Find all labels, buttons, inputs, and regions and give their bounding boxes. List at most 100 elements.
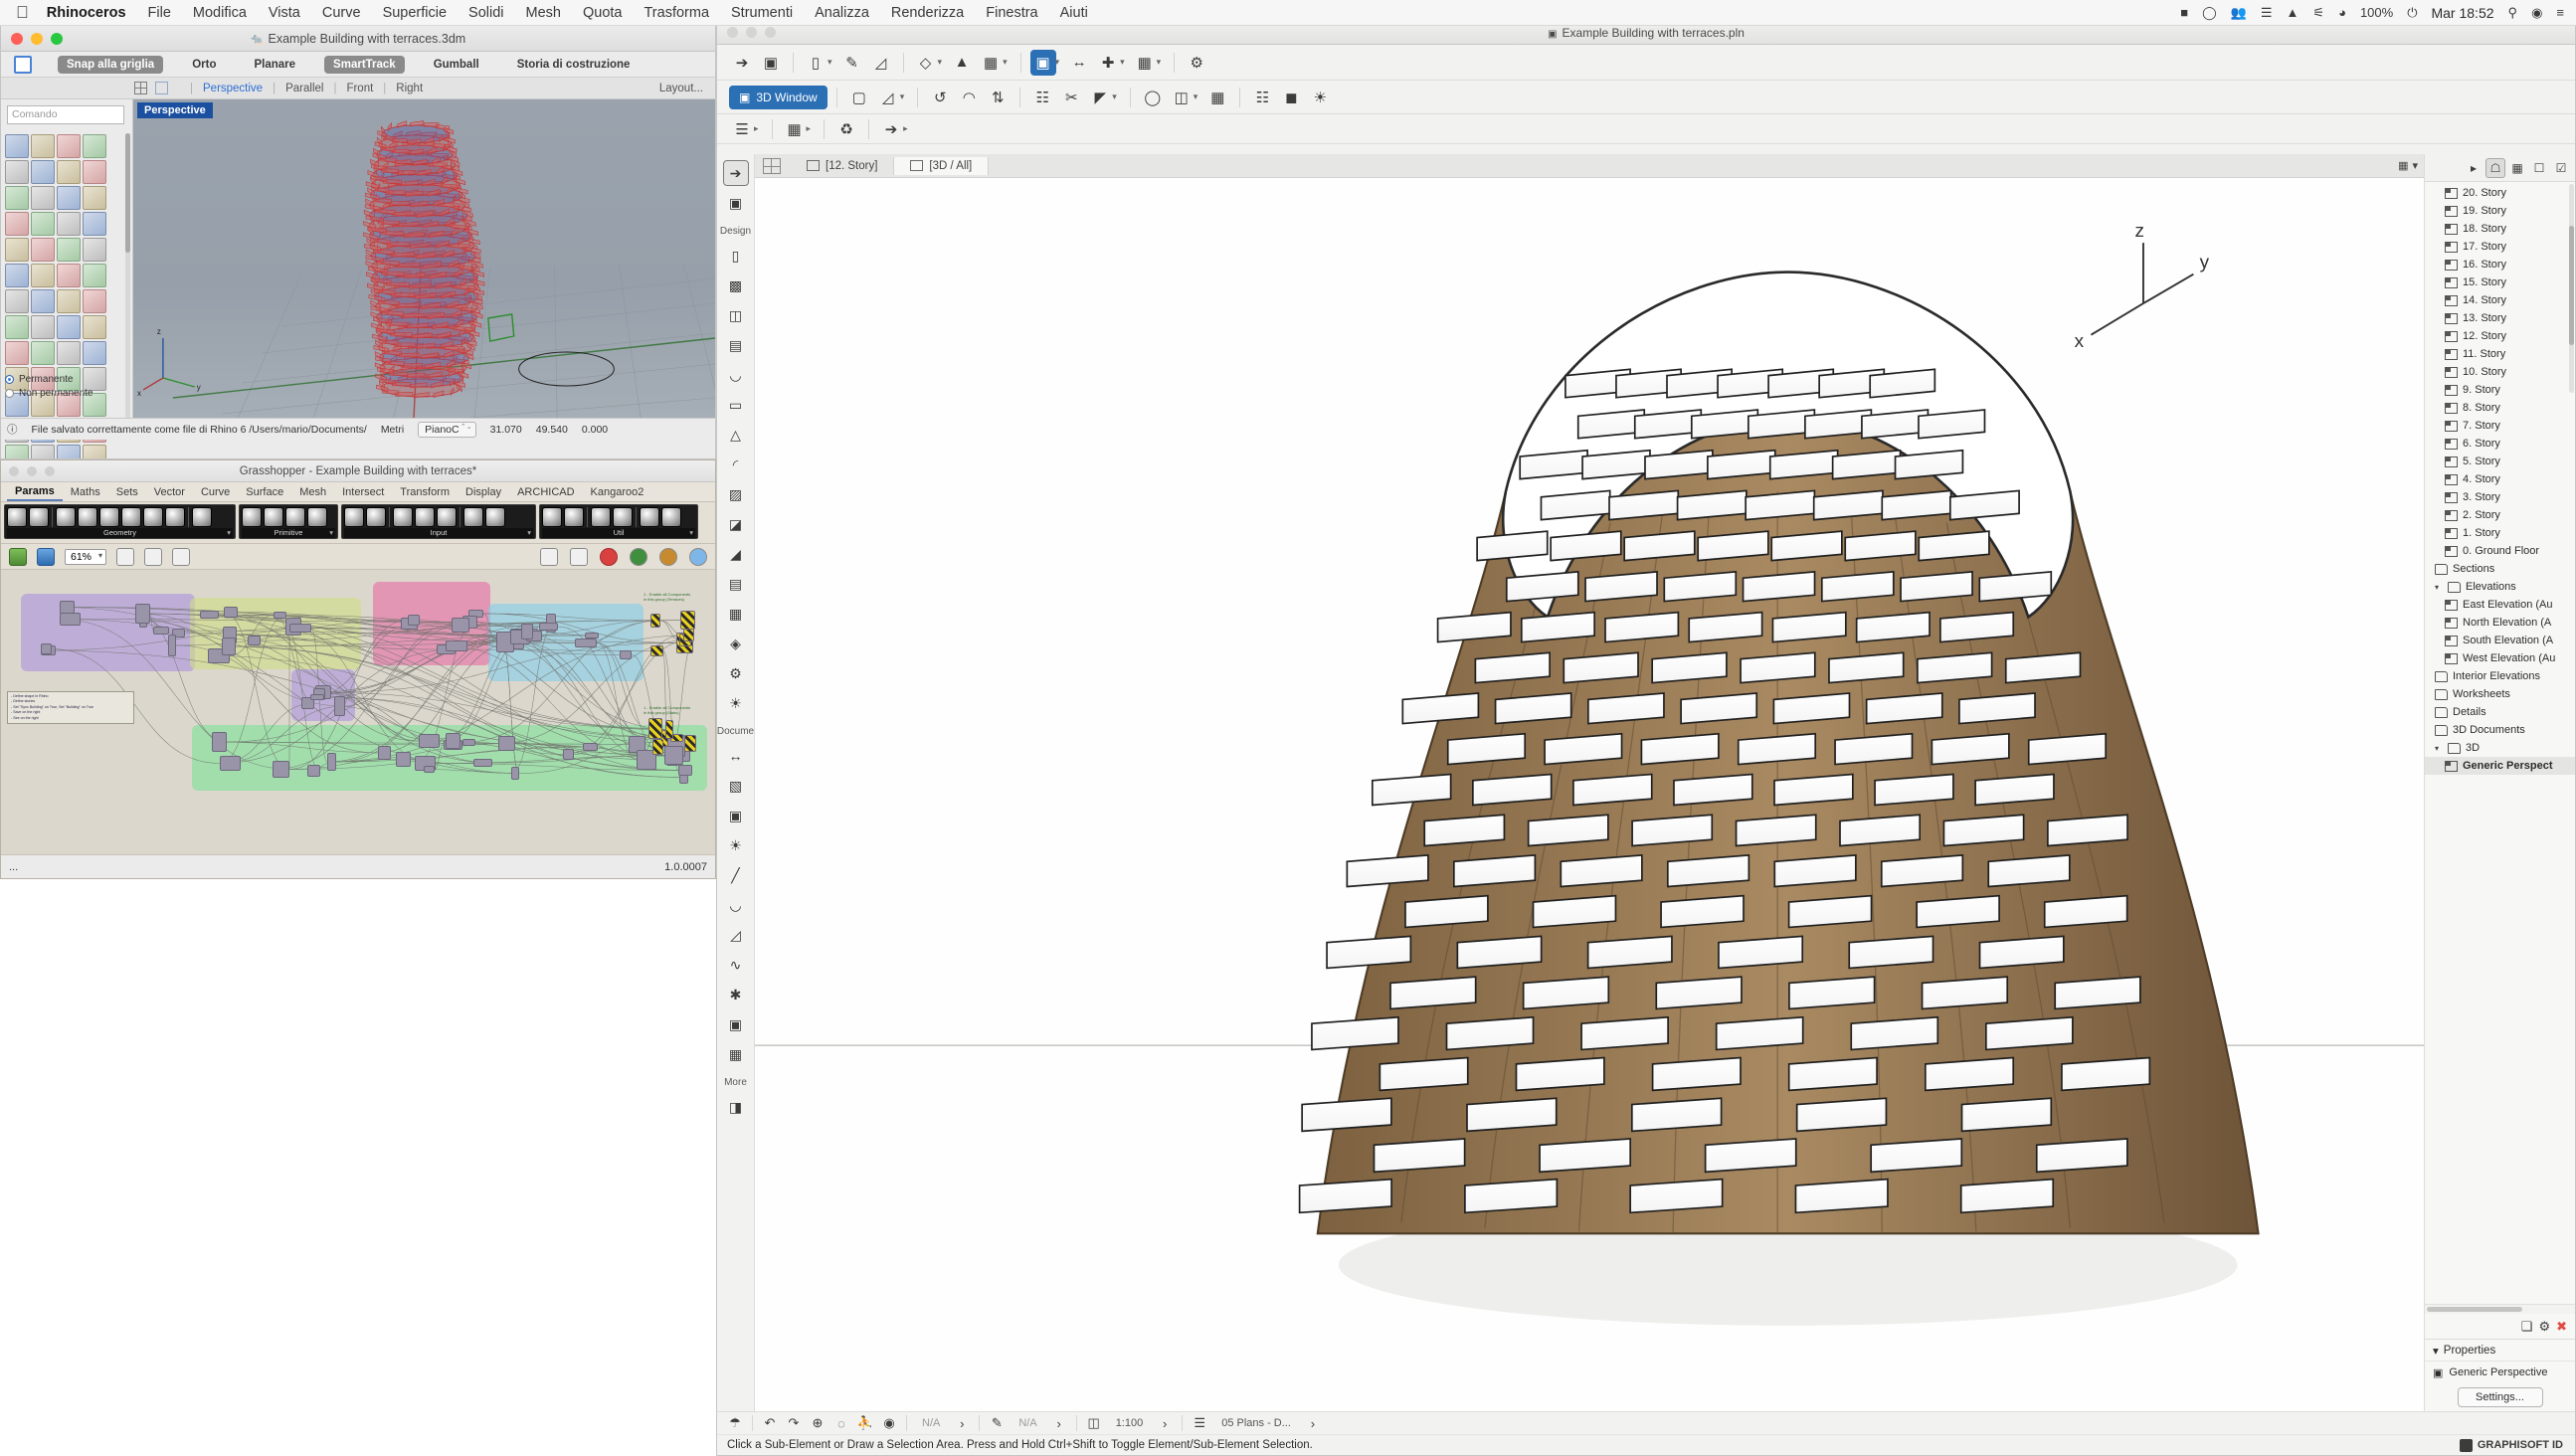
navigator-scrollbar[interactable] <box>2569 184 2574 393</box>
gh-component[interactable] <box>168 635 176 656</box>
gh-tab-intersect[interactable]: Intersect <box>334 484 392 500</box>
mesh-icon[interactable]: ▦ <box>978 50 1004 76</box>
rhino-tool-icon[interactable] <box>83 160 106 184</box>
navigator-item-north-elevation-a[interactable]: North Elevation (A <box>2425 614 2575 632</box>
menu-item-superficie[interactable]: Superficie <box>383 5 447 21</box>
gh-component-icon[interactable] <box>344 507 364 527</box>
menu-item-aiuti[interactable]: Aiuti <box>1060 5 1088 21</box>
chevron-down-icon[interactable]: ▾ <box>1112 91 1117 102</box>
wall-icon[interactable]: ▯ <box>803 50 828 76</box>
lamp-tool-icon[interactable]: ☀ <box>723 690 749 716</box>
grid-icon[interactable]: ▦ <box>1132 50 1158 76</box>
fillet-icon[interactable]: ◯ <box>1140 85 1166 110</box>
rhino-tool-icon[interactable] <box>83 186 106 210</box>
apple-logo-icon[interactable]:  <box>16 4 29 21</box>
bluetooth-icon[interactable]: ⚟ <box>2312 6 2324 19</box>
arrow-cursor-icon[interactable]: ➔ <box>878 116 904 142</box>
rhino-tool-icon[interactable] <box>31 264 55 287</box>
gh-component[interactable] <box>212 732 227 752</box>
gh-component[interactable] <box>583 743 598 751</box>
gh-component[interactable] <box>521 624 533 639</box>
rhino-tool-icon[interactable] <box>5 186 29 210</box>
navigator-item-sections[interactable]: Sections <box>2425 560 2575 578</box>
delete-icon[interactable]: ✖ <box>2556 1319 2567 1335</box>
four-view-icon[interactable] <box>134 82 147 94</box>
text-tool-icon[interactable]: ▧ <box>723 773 749 799</box>
navigator-item-20-story[interactable]: 20. Story <box>2425 184 2575 202</box>
gh-tab-transform[interactable]: Transform <box>392 484 458 500</box>
gh-component[interactable] <box>575 638 597 647</box>
navigator-item-5-story[interactable]: 5. Story <box>2425 453 2575 470</box>
chevron-down-icon[interactable]: ▾ <box>1194 91 1198 102</box>
gh-component[interactable] <box>446 640 467 651</box>
zoom-in-icon[interactable]: ⊕ <box>806 1413 829 1433</box>
dimension-icon[interactable]: ↔ <box>1066 50 1092 76</box>
wifi-icon[interactable]: ◕ <box>2338 6 2346 19</box>
navigator-project-tree[interactable]: 20. Story19. Story18. Story17. Story16. … <box>2425 182 2575 1304</box>
rhino-tool-icon[interactable] <box>83 134 106 158</box>
navigator-item-3d-documents[interactable]: 3D Documents <box>2425 721 2575 739</box>
gh-component[interactable] <box>248 636 261 645</box>
gh-component[interactable] <box>563 749 574 760</box>
menu-item-modifica[interactable]: Modifica <box>193 5 247 21</box>
chevron-down-icon[interactable]: ▸ <box>754 123 759 134</box>
gh-component[interactable] <box>334 696 345 716</box>
orbit-icon[interactable]: ◌ <box>829 1413 853 1433</box>
arc-tool-icon[interactable]: ◡ <box>723 892 749 918</box>
bake-icon[interactable] <box>600 548 618 566</box>
settings-button[interactable]: Settings... <box>2458 1387 2543 1407</box>
gh-component[interactable] <box>683 629 694 641</box>
rhino-tool-icon[interactable] <box>83 341 106 365</box>
pen-set-icon[interactable]: ▦ <box>782 116 808 142</box>
gh-tab-sets[interactable]: Sets <box>108 484 146 500</box>
gh-component-icon[interactable] <box>366 507 386 527</box>
navigator-item-1-story[interactable]: 1. Story <box>2425 524 2575 542</box>
chevron-down-icon[interactable]: ▾ <box>1157 57 1162 68</box>
gh-component[interactable] <box>60 601 75 614</box>
rhino-tool-icon[interactable] <box>83 445 106 459</box>
wall-tool-icon[interactable]: ▯ <box>723 243 749 269</box>
roof-icon[interactable]: ▲ <box>949 50 975 76</box>
chevron-right-icon[interactable]: › <box>1301 1413 1325 1433</box>
layers-icon[interactable]: ☰ <box>1188 1413 1211 1433</box>
gh-note-instructions[interactable]: - Define shape in Rhino - Define stories… <box>7 691 134 724</box>
gh-component[interactable] <box>41 643 52 654</box>
hide-icon[interactable] <box>570 548 588 566</box>
pen-icon[interactable]: ✎ <box>985 1413 1009 1433</box>
gh-component[interactable] <box>539 623 558 631</box>
gh-component[interactable] <box>327 753 336 771</box>
gh-component[interactable] <box>650 614 660 628</box>
disclosure-triangle-icon[interactable]: ▾ <box>2435 583 2443 592</box>
properties-header[interactable]: ▾ Properties <box>2425 1340 2575 1362</box>
maximize-button[interactable] <box>51 33 63 45</box>
control-center-icon[interactable]: ≡ <box>2556 6 2564 19</box>
render-icon[interactable]: ☀ <box>1307 85 1333 110</box>
rhino-tool-icon[interactable] <box>57 212 81 236</box>
gh-component[interactable] <box>224 607 238 618</box>
group-icon[interactable]: ☷ <box>1249 85 1275 110</box>
rhino-tool-icon[interactable] <box>57 315 81 339</box>
viewport-layout-button[interactable]: Layout... <box>659 83 703 94</box>
menu-item-trasforma[interactable]: Trasforma <box>644 5 709 21</box>
navigator-item-17-story[interactable]: 17. Story <box>2425 238 2575 256</box>
zone-icon[interactable]: ▣ <box>1030 50 1056 76</box>
gh-component-icon[interactable] <box>192 507 212 527</box>
viewport-tab-front[interactable]: Front <box>346 83 373 94</box>
rhino-tool-icon[interactable] <box>57 445 81 459</box>
gh-component[interactable] <box>396 752 411 767</box>
gh-component-icon[interactable] <box>7 507 27 527</box>
chevron-down-icon[interactable]: ▸ <box>903 123 908 134</box>
gh-component-icon[interactable] <box>143 507 163 527</box>
gh-tab-mesh[interactable]: Mesh <box>291 484 334 500</box>
menu-item-renderizza[interactable]: Renderizza <box>891 5 964 21</box>
navigator-hscrollbar[interactable] <box>2425 1304 2575 1314</box>
menu-item-mesh[interactable]: Mesh <box>526 5 561 21</box>
chevron-right-icon[interactable]: › <box>950 1413 974 1433</box>
menu-item-rhinoceros[interactable]: Rhinoceros <box>47 5 126 21</box>
gh-component-icon[interactable] <box>78 507 97 527</box>
project-tree-icon[interactable]: ☖ <box>2485 158 2505 178</box>
gh-component[interactable] <box>419 734 440 748</box>
railing-tool-icon[interactable]: ▤ <box>723 571 749 597</box>
gh-component-icon[interactable] <box>242 507 262 527</box>
gh-component[interactable] <box>60 613 81 626</box>
